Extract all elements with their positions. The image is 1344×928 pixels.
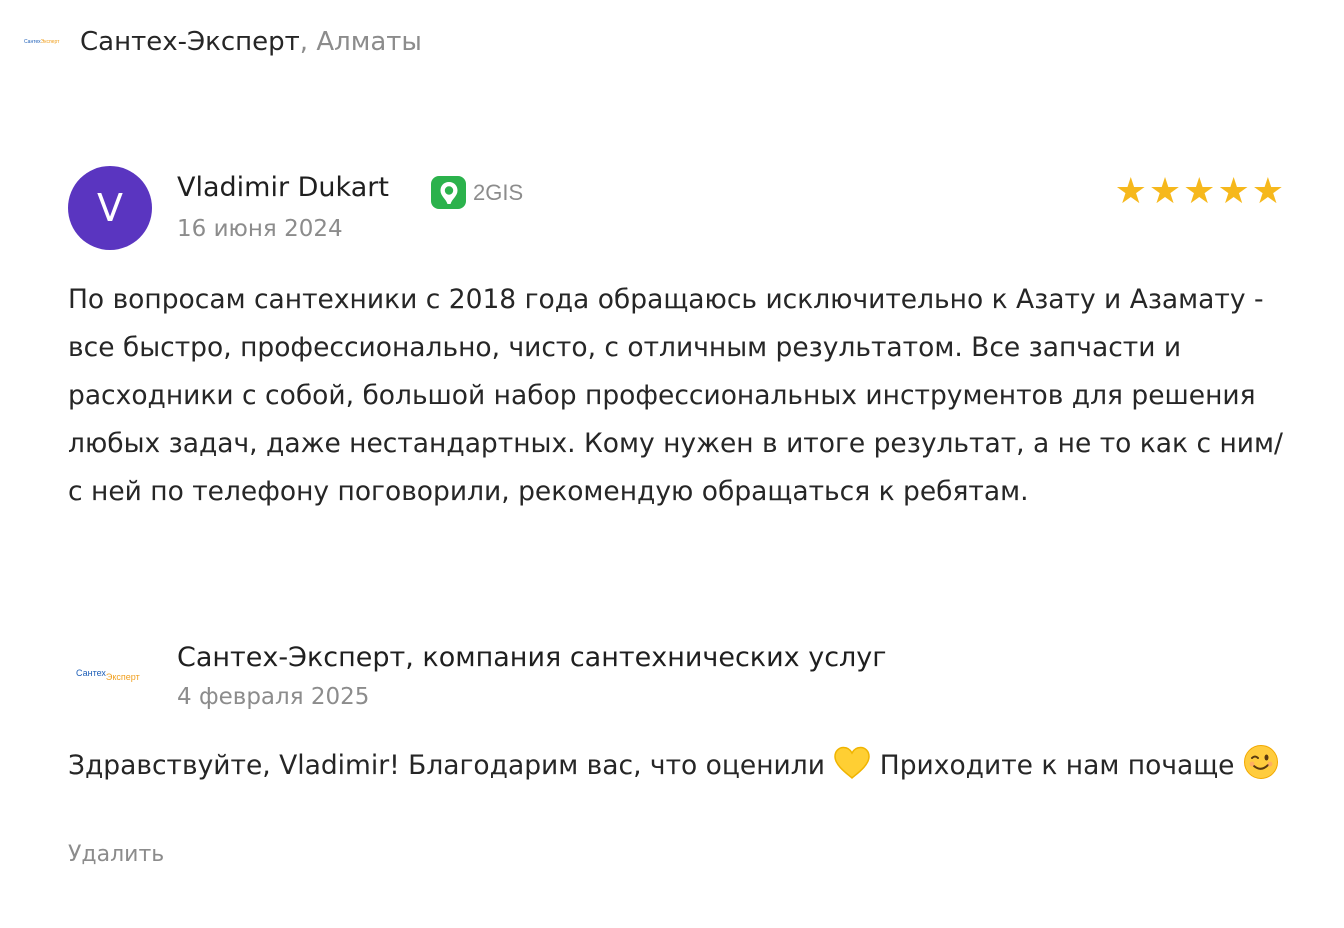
avatar-letter: V xyxy=(97,186,123,230)
yellow-heart-emoji-icon xyxy=(833,746,871,796)
reply-logo-part1: Сантех xyxy=(76,668,106,678)
review-text: По вопросам сантехники с 2018 года обращ… xyxy=(68,284,1283,507)
reply-text-part2: Приходите к нам почаще xyxy=(879,750,1235,781)
rating-stars: ★ ★ ★ ★ ★ xyxy=(1115,172,1284,212)
reply-company-name: Сантех-Эксперт, компания сантехнических … xyxy=(177,642,887,673)
star-icon: ★ xyxy=(1148,171,1182,212)
2gis-pin-icon xyxy=(431,176,466,209)
reply-date: 4 февраля 2025 xyxy=(177,684,370,710)
company-logo: Сантех Эксперт xyxy=(24,36,66,48)
review-date: 16 июня 2024 xyxy=(177,216,343,242)
reply-text: Здравствуйте, Vladimir! Благодарим вас, … xyxy=(68,742,1284,796)
reply-text-part1: Здравствуйте, Vladimir! Благодарим вас, … xyxy=(68,750,825,781)
reply-logo-part2: Эксперт xyxy=(105,672,140,682)
page-header: Сантех Эксперт Сантех-Эксперт, Алматы xyxy=(24,22,422,62)
logo-part1: Сантех xyxy=(24,39,41,45)
avatar: V xyxy=(68,166,152,250)
star-icon: ★ xyxy=(1114,171,1147,212)
review-author: Vladimir Dukart xyxy=(177,172,389,203)
star-icon: ★ xyxy=(1251,171,1284,212)
review-source: 2GIS xyxy=(431,176,523,209)
delete-reply-link[interactable]: Удалить xyxy=(68,842,164,867)
winking-face-emoji-icon xyxy=(1243,744,1279,796)
star-icon: ★ xyxy=(1183,171,1216,212)
star-icon: ★ xyxy=(1217,171,1250,212)
source-label: 2GIS xyxy=(473,179,524,205)
header-company-name: Сантех-Эксперт xyxy=(80,27,300,57)
header-city: , Алматы xyxy=(299,27,422,57)
logo-part2: Эксперт xyxy=(40,39,60,45)
reply-company-logo: Сантех Эксперт xyxy=(76,668,152,686)
